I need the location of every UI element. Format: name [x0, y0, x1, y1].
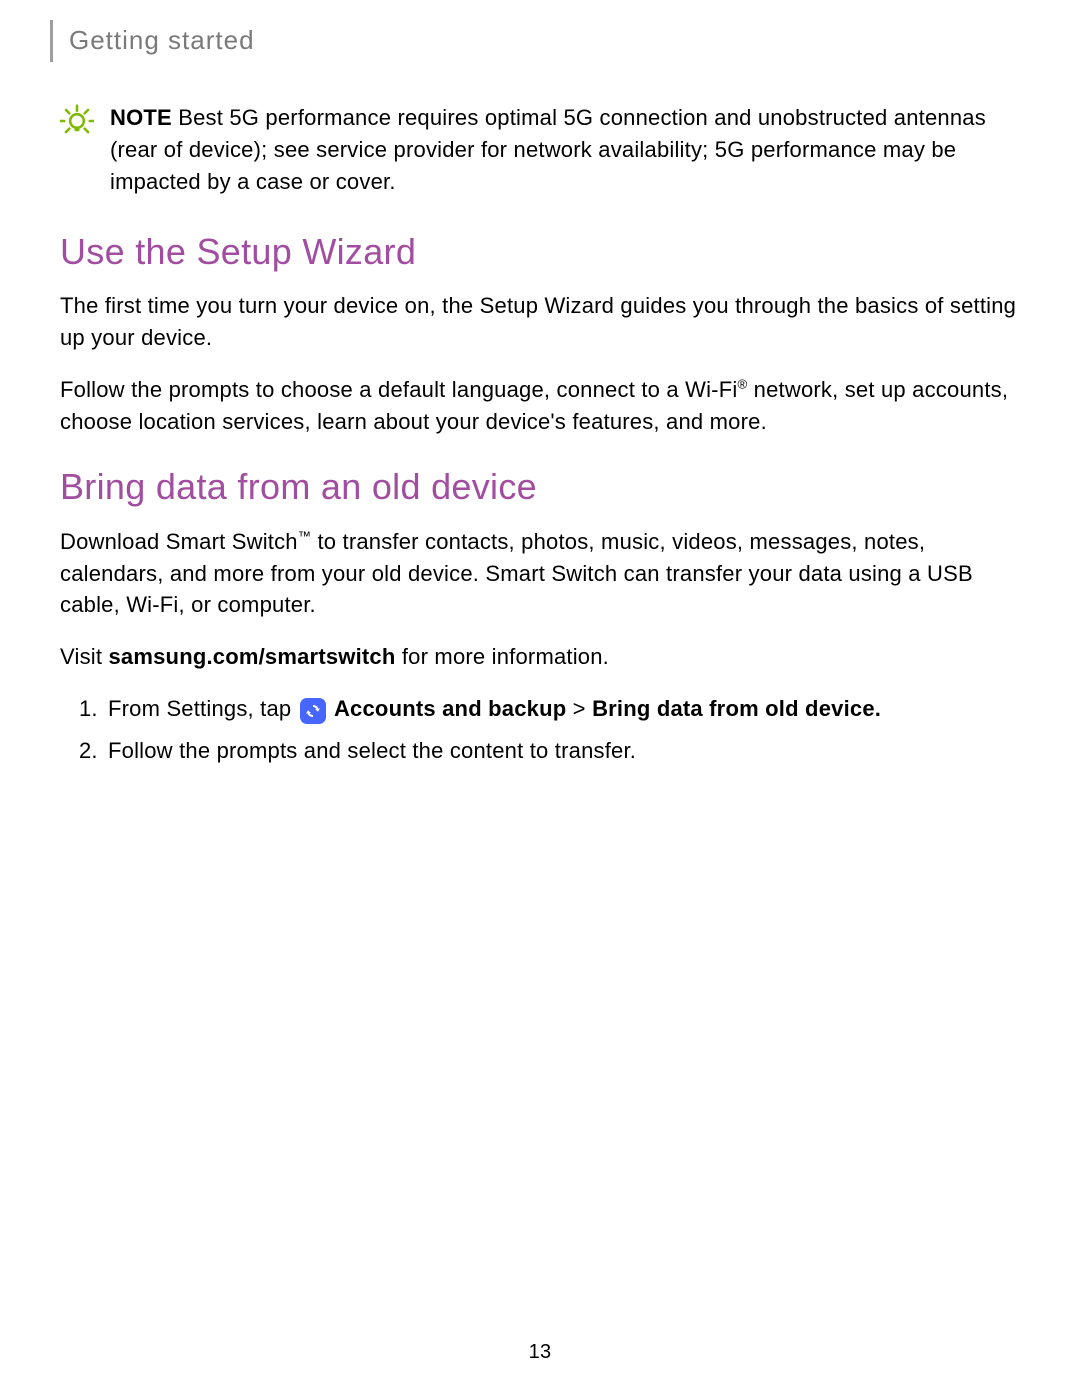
accounts-backup-label: Accounts and backup	[334, 696, 566, 721]
steps-list: From Settings, tap Accounts and backup >…	[60, 693, 1020, 767]
step-2: Follow the prompts and select the conten…	[104, 735, 1020, 767]
heading-bring-data: Bring data from an old device	[60, 461, 1020, 513]
bring-data-para2: Visit samsung.com/smartswitch for more i…	[60, 641, 1020, 673]
text-fragment: Visit	[60, 644, 108, 669]
smartswitch-link-text: samsung.com/smartswitch	[108, 644, 395, 669]
page-header: Getting started	[50, 20, 1020, 62]
note-text: NOTE Best 5G performance requires optima…	[110, 102, 1020, 198]
note-body: Best 5G performance requires optimal 5G …	[110, 105, 986, 194]
registered-mark: ®	[737, 376, 747, 391]
separator: >	[566, 696, 592, 721]
bring-data-para1: Download Smart Switch™ to transfer conta…	[60, 526, 1020, 622]
setup-wizard-para1: The first time you turn your device on, …	[60, 290, 1020, 354]
page-number: 13	[0, 1338, 1080, 1367]
trademark-mark: ™	[298, 528, 311, 543]
note-label: NOTE	[110, 105, 172, 130]
sync-icon	[300, 698, 326, 724]
step-1: From Settings, tap Accounts and backup >…	[104, 693, 1020, 725]
text-fragment: for more information.	[396, 644, 609, 669]
lightbulb-icon	[60, 104, 94, 147]
header-rule	[50, 20, 53, 62]
text-fragment: Follow the prompts to choose a default l…	[60, 377, 737, 402]
note-block: NOTE Best 5G performance requires optima…	[60, 102, 1020, 198]
header-section-label: Getting started	[69, 22, 255, 60]
bring-data-label: Bring data from old device.	[592, 696, 881, 721]
heading-setup-wizard: Use the Setup Wizard	[60, 226, 1020, 278]
text-fragment: Download Smart Switch	[60, 529, 298, 554]
text-fragment: From Settings, tap	[108, 696, 298, 721]
setup-wizard-para2: Follow the prompts to choose a default l…	[60, 374, 1020, 438]
